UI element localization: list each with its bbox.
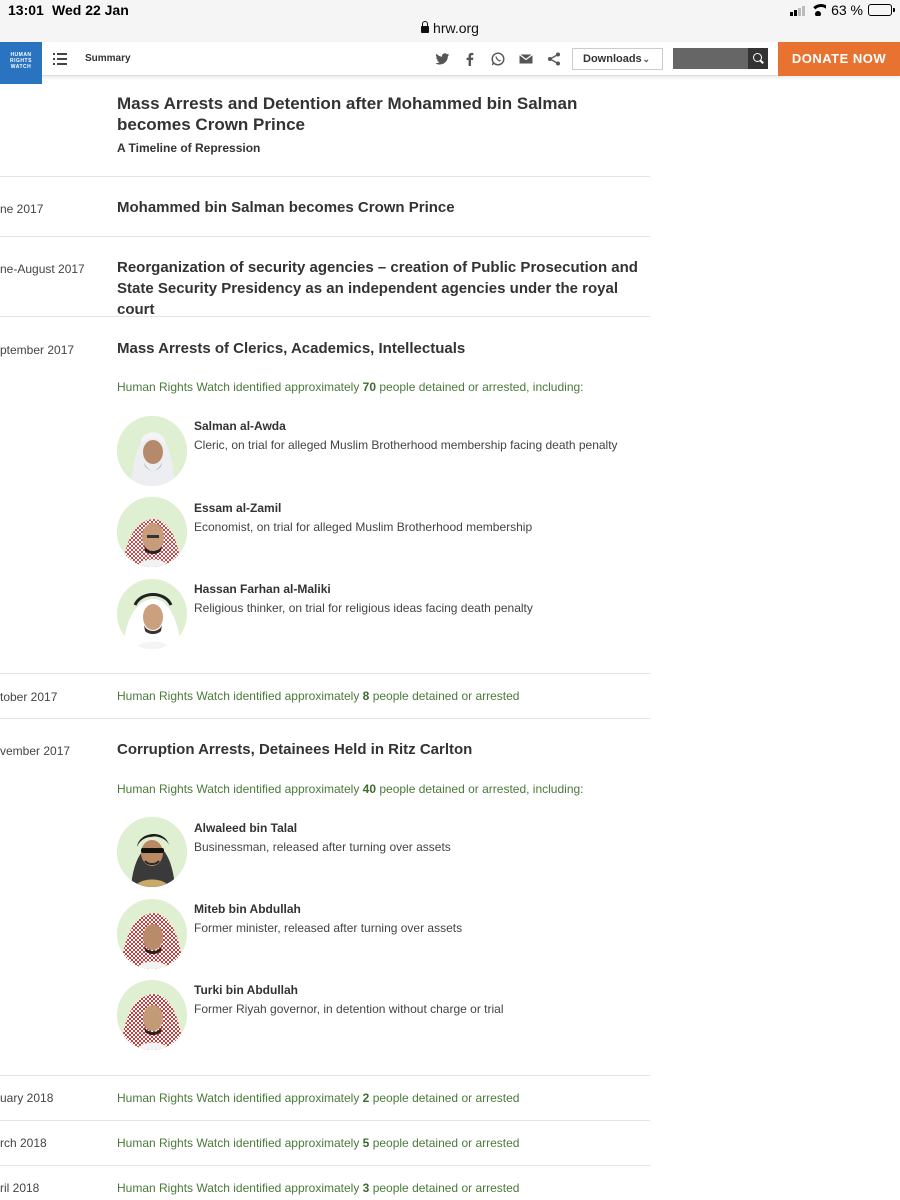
person-name: Miteb bin Abdullah [194, 902, 301, 916]
timeline-date: tober 2017 [0, 690, 58, 704]
divider [0, 176, 650, 177]
detention-count: Human Rights Watch identified approximat… [117, 380, 584, 394]
page-subtitle: A Timeline of Repression [117, 141, 261, 155]
detention-count: Human Rights Watch identified approximat… [117, 1136, 520, 1150]
downloads-dropdown[interactable]: Downloads ⌄ [572, 48, 663, 70]
person-photo [117, 980, 187, 1050]
clock: 13:01 [8, 2, 44, 18]
hrw-logo[interactable]: HUMAN RIGHTS WATCH [0, 42, 42, 84]
email-icon[interactable] [518, 51, 534, 67]
count-number: 70 [362, 380, 377, 394]
search-input[interactable] [673, 48, 748, 69]
share-icon[interactable] [546, 51, 562, 67]
person-name: Essam al-Zamil [194, 501, 282, 515]
status-bar: 13:01 Wed 22 Jan 63 % [0, 0, 900, 20]
person-photo [117, 497, 187, 567]
person-description: Economist, on trial for alleged Muslim B… [194, 520, 533, 534]
person-description: Religious thinker, on trial for religiou… [194, 601, 533, 615]
timeline-event-title: Reorganization of security agencies – cr… [117, 259, 638, 318]
donate-button[interactable]: DONATE NOW [778, 42, 900, 76]
person-photo [117, 899, 187, 969]
whatsapp-icon[interactable] [490, 51, 506, 67]
count-number: 40 [362, 782, 377, 796]
person-photo [117, 416, 187, 486]
timeline-date: ptember 2017 [0, 343, 75, 357]
timeline-date: vember 2017 [0, 744, 71, 758]
person-description: Former minister, released after turning … [194, 921, 463, 935]
timeline-event-title: Mohammed bin Salman becomes Crown Prince [117, 199, 455, 216]
person-photo [117, 817, 187, 887]
person-description: Former Riyah governor, in detention with… [194, 1002, 504, 1016]
person-photo [117, 579, 187, 649]
divider [0, 236, 650, 237]
divider [0, 1165, 650, 1166]
divider [0, 1075, 650, 1076]
timeline-date: uary 2018 [0, 1091, 54, 1105]
url-text: hrw.org [433, 20, 479, 36]
timeline-date: ne 2017 [0, 202, 44, 216]
twitter-icon[interactable] [434, 51, 450, 67]
date: Wed 22 Jan [52, 2, 129, 18]
page-title: Mass Arrests and Detention after Mohamme… [117, 94, 578, 134]
summary-link[interactable]: Summary [85, 53, 131, 64]
timeline-date: ne-August 2017 [0, 262, 85, 276]
search-icon[interactable] [748, 48, 768, 69]
timeline-event-title: Mass Arrests of Clerics, Academics, Inte… [117, 340, 466, 357]
person-description: Cleric, on trial for alleged Muslim Brot… [194, 438, 618, 452]
facebook-icon[interactable] [462, 51, 478, 67]
divider [0, 1120, 650, 1121]
divider [0, 718, 650, 719]
cellular-signal-icon [790, 5, 806, 16]
address-bar[interactable]: hrw.org [0, 20, 900, 42]
person-name: Turki bin Abdullah [194, 983, 298, 997]
timeline-date: ril 2018 [0, 1181, 40, 1195]
detention-count: Human Rights Watch identified approximat… [117, 782, 584, 796]
status-icons: 63 % [790, 2, 895, 18]
lock-icon [421, 21, 430, 33]
person-description: Businessman, released after turning over… [194, 840, 451, 854]
detention-count: Human Rights Watch identified approximat… [117, 1181, 520, 1195]
timeline-event-title: Corruption Arrests, Detainees Held in Ri… [117, 741, 473, 758]
chevron-down-icon: ⌄ [642, 54, 650, 64]
wifi-icon [810, 4, 827, 16]
downloads-label: Downloads [583, 53, 642, 65]
site-toolbar: HUMAN RIGHTS WATCH Summary Downloads ⌄ D… [0, 42, 900, 84]
person-name: Salman al-Awda [194, 419, 286, 433]
battery-percent: 63 % [831, 2, 863, 18]
table-of-contents-icon[interactable] [53, 53, 67, 65]
battery-icon [868, 4, 895, 16]
detention-count: Human Rights Watch identified approximat… [117, 1091, 520, 1105]
detention-count: Human Rights Watch identified approximat… [117, 689, 520, 703]
timeline-date: rch 2018 [0, 1136, 47, 1150]
divider [0, 673, 650, 674]
person-name: Hassan Farhan al-Maliki [194, 582, 331, 596]
divider [0, 316, 650, 317]
person-name: Alwaleed bin Talal [194, 821, 298, 835]
share-bar [434, 51, 562, 67]
